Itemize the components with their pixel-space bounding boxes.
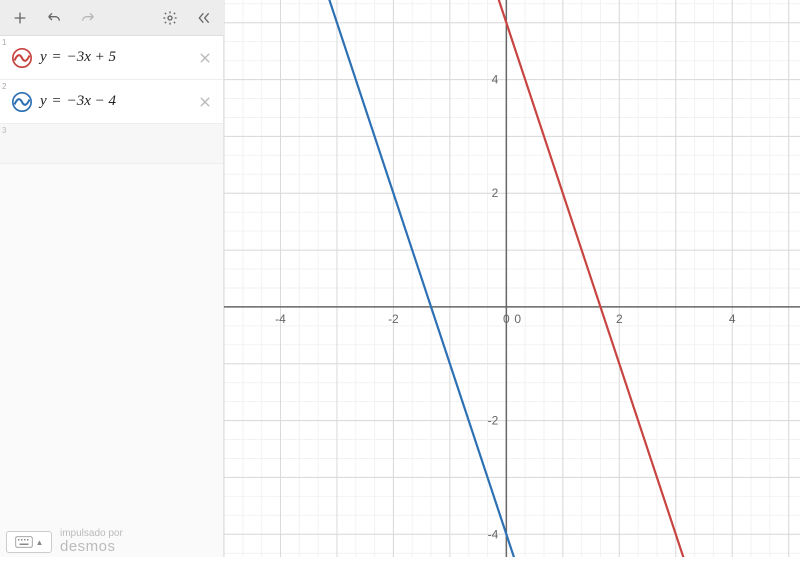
- svg-text:0: 0: [503, 312, 510, 326]
- expression-row[interactable]: 1 y = −3x + 5: [0, 36, 223, 80]
- expression-list: 1 y = −3x + 5 2 y = −3x − 4 3: [0, 36, 223, 164]
- desmos-credit: impulsado por desmos: [60, 528, 123, 556]
- settings-button[interactable]: [158, 6, 182, 30]
- svg-text:-4: -4: [488, 527, 499, 541]
- collapse-sidebar-button[interactable]: [192, 6, 216, 30]
- expression-formula[interactable]: y = −3x + 5: [40, 49, 193, 66]
- delete-expression-button[interactable]: [193, 46, 217, 70]
- toolbar: [0, 0, 224, 36]
- svg-text:2: 2: [492, 186, 499, 200]
- delete-expression-button[interactable]: [193, 90, 217, 114]
- svg-text:0: 0: [514, 312, 521, 326]
- color-swatch-icon[interactable]: [10, 46, 34, 70]
- svg-text:4: 4: [492, 73, 499, 87]
- footer: ▲ impulsado por desmos: [0, 527, 129, 557]
- expression-row-empty[interactable]: 3: [0, 124, 223, 164]
- graph-canvas[interactable]: -4 -2 0 2 4 -4 -2 2 4 0: [224, 0, 800, 557]
- expression-formula[interactable]: y = −3x − 4: [40, 93, 193, 110]
- undo-button[interactable]: [42, 6, 66, 30]
- svg-text:-4: -4: [275, 312, 286, 326]
- redo-button[interactable]: [76, 6, 100, 30]
- keyboard-button[interactable]: ▲: [6, 531, 52, 553]
- expression-index: 2: [2, 82, 6, 91]
- color-swatch-icon[interactable]: [10, 90, 34, 114]
- add-button[interactable]: [8, 6, 32, 30]
- expression-index: 3: [2, 126, 6, 135]
- svg-text:4: 4: [729, 312, 736, 326]
- svg-text:-2: -2: [488, 414, 499, 428]
- svg-text:2: 2: [616, 312, 623, 326]
- expression-row[interactable]: 2 y = −3x − 4: [0, 80, 223, 124]
- expression-index: 1: [2, 38, 6, 47]
- svg-text:-2: -2: [388, 312, 399, 326]
